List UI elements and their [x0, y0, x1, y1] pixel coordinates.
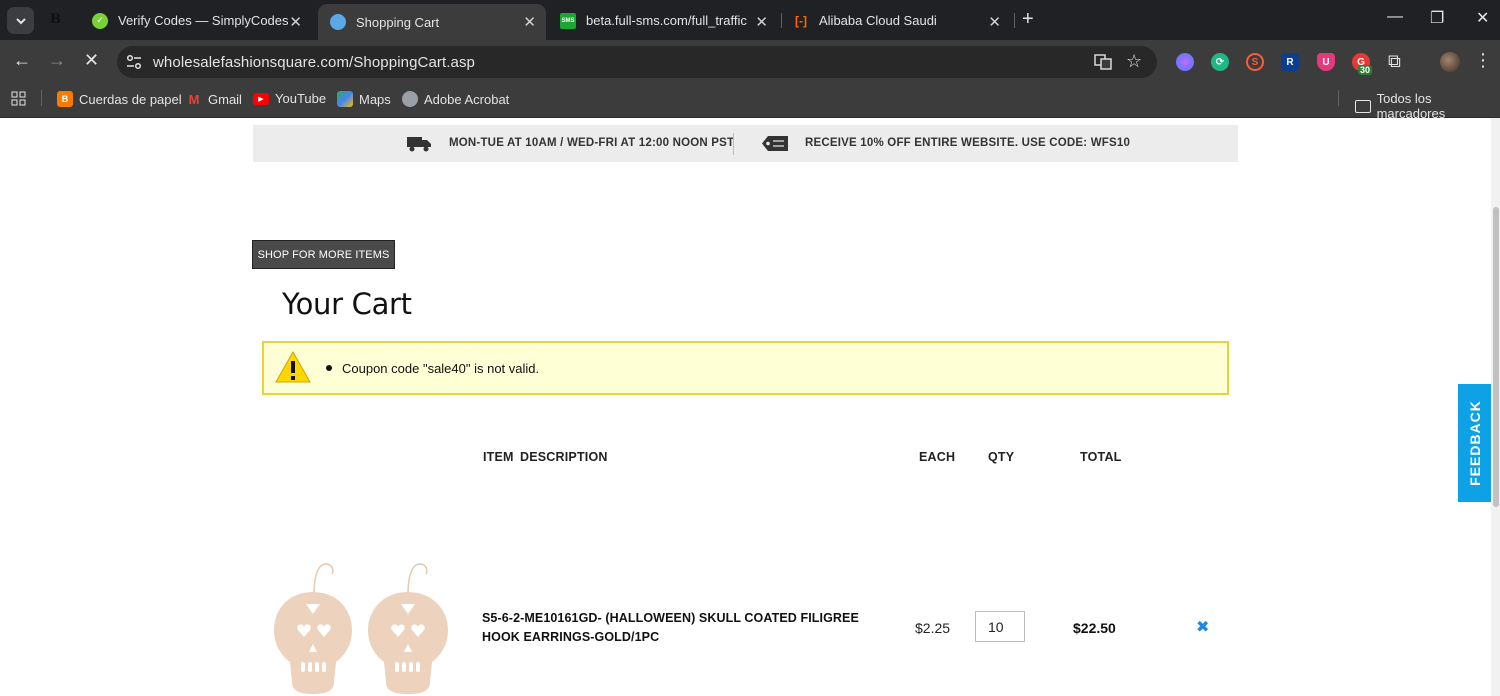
column-header-each: EACH [919, 450, 956, 464]
globe-icon [330, 14, 346, 30]
window-close-button[interactable]: ✕ [1476, 8, 1489, 28]
bookmark-label: Adobe Acrobat [424, 91, 510, 107]
all-bookmarks-button[interactable]: Todos los marcadores [1355, 91, 1500, 121]
extension-brain-icon[interactable] [1176, 53, 1194, 71]
gmail-icon: M [188, 91, 200, 107]
avatar[interactable] [1440, 52, 1460, 72]
close-icon[interactable]: ✕ [988, 13, 1001, 31]
promo-divider [733, 133, 734, 155]
alibaba-icon: [-] [795, 13, 807, 28]
tab-title: Shopping Cart [356, 14, 440, 30]
bookmarks-divider [41, 90, 42, 106]
bookmark-adobe-acrobat[interactable]: Adobe Acrobat [402, 91, 509, 107]
alert-bullet [326, 365, 332, 371]
price-each: $2.25 [915, 620, 951, 636]
tab-full-sms[interactable]: SMS beta.full-sms.com/full_traffic ✕ [548, 4, 778, 37]
feedback-tab[interactable]: FEEDBACK [1458, 384, 1492, 502]
scrollbar-thumb[interactable] [1493, 207, 1499, 507]
bookmark-maps[interactable]: Maps [337, 91, 391, 107]
apps-grid-icon[interactable] [11, 91, 26, 106]
bookmark-label: Gmail [208, 91, 242, 107]
pinned-tab-icon[interactable]: B [50, 12, 66, 28]
simplycodes-icon: ✓ [92, 12, 108, 29]
column-header-item: ITEM [483, 450, 514, 464]
bookmark-gmail[interactable]: M Gmail [186, 91, 242, 107]
minimize-button[interactable]: — [1387, 8, 1403, 26]
maps-icon [337, 91, 353, 107]
translate-icon[interactable] [1094, 53, 1112, 76]
chevron-down-icon [15, 17, 26, 24]
remove-item-icon[interactable]: ✖ [1196, 617, 1209, 637]
tab-simplycodes[interactable]: ✓ Verify Codes — SimplyCodes ✕ [80, 4, 312, 37]
bookmark-star-icon[interactable]: ☆ [1126, 51, 1142, 72]
bookmark-youtube[interactable]: ▶ YouTube [253, 91, 326, 106]
feedback-label: FEEDBACK [1467, 400, 1483, 486]
bookmark-label: YouTube [275, 91, 327, 106]
close-icon[interactable]: ✕ [755, 13, 768, 31]
youtube-icon: ▶ [253, 92, 269, 105]
line-total: $22.50 [1073, 620, 1116, 636]
bookmark-label: Cuerdas de papel [79, 91, 182, 107]
close-icon[interactable]: ✕ [289, 13, 302, 31]
delivery-truck-icon [407, 137, 431, 152]
tab-title: Alibaba Cloud Saudi [819, 13, 937, 28]
column-header-total: TOTAL [1080, 450, 1122, 464]
alert-message: Coupon code "sale40" is not valid. [342, 361, 540, 376]
tab-title: Verify Codes — SimplyCodes [118, 13, 289, 28]
tab-separator [1014, 13, 1015, 28]
extension-badge: 30 [1358, 65, 1373, 75]
extension-r-icon[interactable]: R [1281, 53, 1299, 71]
warning-icon [275, 351, 311, 383]
discount-code-text: RECEIVE 10% OFF ENTIRE WEBSITE. USE CODE… [805, 137, 1131, 149]
url-text[interactable]: wholesalefashionsquare.com/ShoppingCart.… [153, 54, 475, 71]
bookmark-label: Maps [359, 91, 391, 107]
blogger-icon: B [57, 91, 73, 107]
sms-icon: SMS [560, 12, 576, 29]
restore-button[interactable]: ❐ [1430, 8, 1444, 28]
shop-for-more-items-button[interactable]: SHOP FOR MORE ITEMS [252, 240, 395, 269]
product-image[interactable] [268, 558, 458, 696]
extension-sync-icon[interactable]: ⟳ [1211, 53, 1229, 71]
tab-search-button[interactable] [7, 7, 34, 34]
column-header-description: DESCRIPTION [520, 450, 608, 464]
extensions-puzzle-icon[interactable]: ⧉ [1388, 51, 1401, 72]
tab-title: beta.full-sms.com/full_traffic [586, 13, 747, 28]
stop-button[interactable]: ✕ [84, 50, 99, 71]
shipping-hours-text: MON-TUE AT 10AM / WED-FRI AT 12:00 NOON … [449, 137, 735, 149]
bookmark-cuerdas[interactable]: B Cuerdas de papel [57, 91, 182, 107]
price-tag-icon [762, 136, 788, 151]
new-tab-button[interactable]: + [1022, 8, 1034, 31]
all-bookmarks-label: Todos los marcadores [1376, 91, 1446, 121]
folder-icon [1355, 99, 1371, 113]
extension-s-icon[interactable]: S [1246, 53, 1264, 71]
extension-shield-u-icon[interactable]: U [1317, 53, 1335, 71]
page-title: Your Cart [282, 287, 412, 321]
site-settings-icon[interactable] [125, 53, 143, 71]
globe-icon [402, 91, 418, 107]
forward-button[interactable]: → [48, 50, 66, 71]
column-header-qty: QTY [988, 450, 1015, 464]
tab-alibaba[interactable]: [-] Alibaba Cloud Saudi ✕ [781, 4, 1011, 37]
tab-shopping-cart[interactable]: Shopping Cart ✕ [318, 4, 546, 40]
back-button[interactable]: ← [13, 50, 31, 71]
product-description[interactable]: S5-6-2-ME10161GD- (HALLOWEEN) SKULL COAT… [482, 609, 882, 647]
bookmarks-divider [1338, 90, 1339, 106]
quantity-input[interactable] [975, 611, 1025, 642]
close-icon[interactable]: ✕ [523, 13, 536, 31]
menu-kebab-icon[interactable]: ⋮ [1474, 50, 1492, 71]
